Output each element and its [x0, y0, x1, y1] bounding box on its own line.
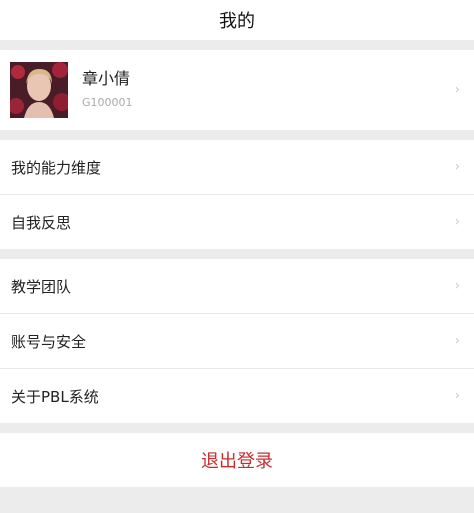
menu-item-label: 自我反思: [11, 213, 72, 232]
avatar: [10, 62, 68, 118]
page-title: 我的: [219, 11, 255, 32]
section-gap: [0, 249, 474, 259]
menu-item-label: 关于PBL系统: [11, 387, 99, 406]
profile-name: 章小倩: [82, 68, 131, 88]
menu-item-teaching-team[interactable]: 教学团队 ›: [0, 259, 474, 314]
chevron-right-icon: ›: [454, 278, 460, 294]
section-gap: [0, 40, 474, 50]
profile-id: G100001: [82, 95, 133, 109]
chevron-right-icon: ›: [454, 388, 460, 404]
menu-group-abilities: 我的能力维度 › 自我反思 ›: [0, 140, 474, 249]
page-header: 我的: [0, 0, 474, 40]
menu-item-label: 我的能力维度: [11, 158, 102, 177]
menu-item-ability-dimensions[interactable]: 我的能力维度 ›: [0, 140, 474, 195]
profile-card[interactable]: 章小倩 G100001 ›: [0, 50, 474, 130]
section-gap: [0, 130, 474, 140]
chevron-right-icon: ›: [454, 333, 460, 349]
chevron-right-icon: ›: [454, 214, 460, 230]
chevron-right-icon: ›: [454, 159, 460, 175]
menu-item-self-reflection[interactable]: 自我反思 ›: [0, 195, 474, 249]
menu-item-label: 账号与安全: [11, 332, 87, 351]
logout-button[interactable]: 退出登录: [0, 433, 474, 487]
menu-item-label: 教学团队: [11, 277, 72, 296]
menu-item-account-security[interactable]: 账号与安全 ›: [0, 314, 474, 369]
chevron-right-icon: ›: [454, 82, 460, 98]
logout-label: 退出登录: [201, 451, 273, 472]
menu-item-about-pbl[interactable]: 关于PBL系统 ›: [0, 369, 474, 423]
menu-group-settings: 教学团队 › 账号与安全 › 关于PBL系统 ›: [0, 259, 474, 423]
